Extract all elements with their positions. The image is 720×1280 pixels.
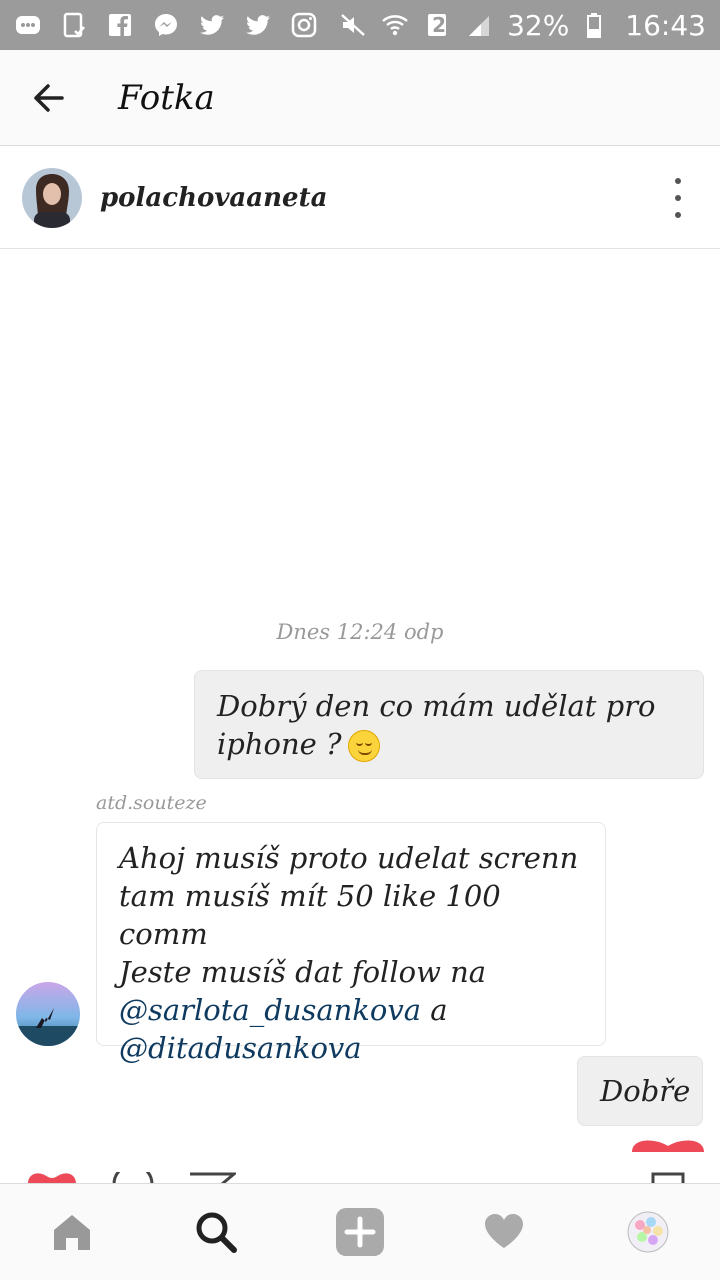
mention-link[interactable]: @sarlota_dusankova: [119, 993, 421, 1027]
twitter-icon: [198, 11, 226, 39]
incoming-line-1: Ahoj musíš proto udelat screnn: [119, 841, 579, 875]
chat-icon: [14, 11, 42, 39]
profile-avatar[interactable]: [616, 1200, 680, 1264]
mention-link[interactable]: @ditadusankova: [119, 1031, 362, 1065]
instagram-icon: [290, 11, 318, 39]
sender-label: atd.souteze: [96, 792, 207, 814]
heart-icon[interactable]: [472, 1200, 536, 1264]
outgoing-message-text: Dobře: [600, 1074, 691, 1108]
arrow-left-icon: [34, 83, 64, 112]
messenger-icon: [152, 11, 180, 39]
incoming-message[interactable]: Ahoj musíš proto udelat screnn tam musíš…: [96, 822, 606, 1065]
home-icon[interactable]: [40, 1200, 104, 1264]
facebook-icon: [106, 11, 134, 39]
search-icon[interactable]: [184, 1200, 248, 1264]
clipboard-check-icon: [60, 11, 88, 39]
heart-reaction-icon: [632, 1140, 704, 1152]
sim-2-icon: 2: [423, 11, 451, 39]
message-timestamp: Dnes 12:24 odp: [276, 620, 444, 644]
battery-icon: [583, 11, 611, 39]
conversation-header: polachovaaneta: [0, 147, 720, 249]
mute-icon: [339, 11, 367, 39]
more-vertical-icon: [675, 177, 681, 184]
outgoing-message[interactable]: Dobrý den co mám udělat pro iphone ?: [194, 670, 704, 779]
back-button[interactable]: [0, 50, 96, 146]
status-bar: 2 32% 16:43: [0, 0, 720, 50]
conjunction-text: a: [430, 993, 448, 1027]
outgoing-message-text: Dobrý den co mám udělat pro iphone ?: [217, 689, 656, 761]
bottom-navigation: [0, 1183, 720, 1280]
outgoing-message[interactable]: Dobře: [577, 1056, 703, 1126]
user-avatar[interactable]: [22, 167, 82, 228]
twitter-icon: [244, 11, 272, 39]
battery-percent: 32%: [507, 8, 570, 42]
smiling-emoji-icon: [347, 730, 380, 762]
sim-number: 2: [432, 13, 446, 37]
incoming-line-2: tam musíš mít 50 like 100 comm: [119, 879, 501, 951]
more-options-button[interactable]: [666, 177, 690, 218]
conversation-username[interactable]: polachovaaneta: [100, 183, 327, 213]
page-title: Fotka: [118, 77, 215, 118]
add-icon[interactable]: [328, 1200, 392, 1264]
signal-icon: [465, 11, 493, 39]
sender-avatar[interactable]: [16, 982, 80, 1046]
wifi-icon: [381, 11, 409, 39]
app-bar: Fotka: [0, 50, 720, 146]
incoming-line-3: Jeste musíš dat follow na: [119, 955, 487, 989]
clock: 16:43: [625, 8, 706, 42]
